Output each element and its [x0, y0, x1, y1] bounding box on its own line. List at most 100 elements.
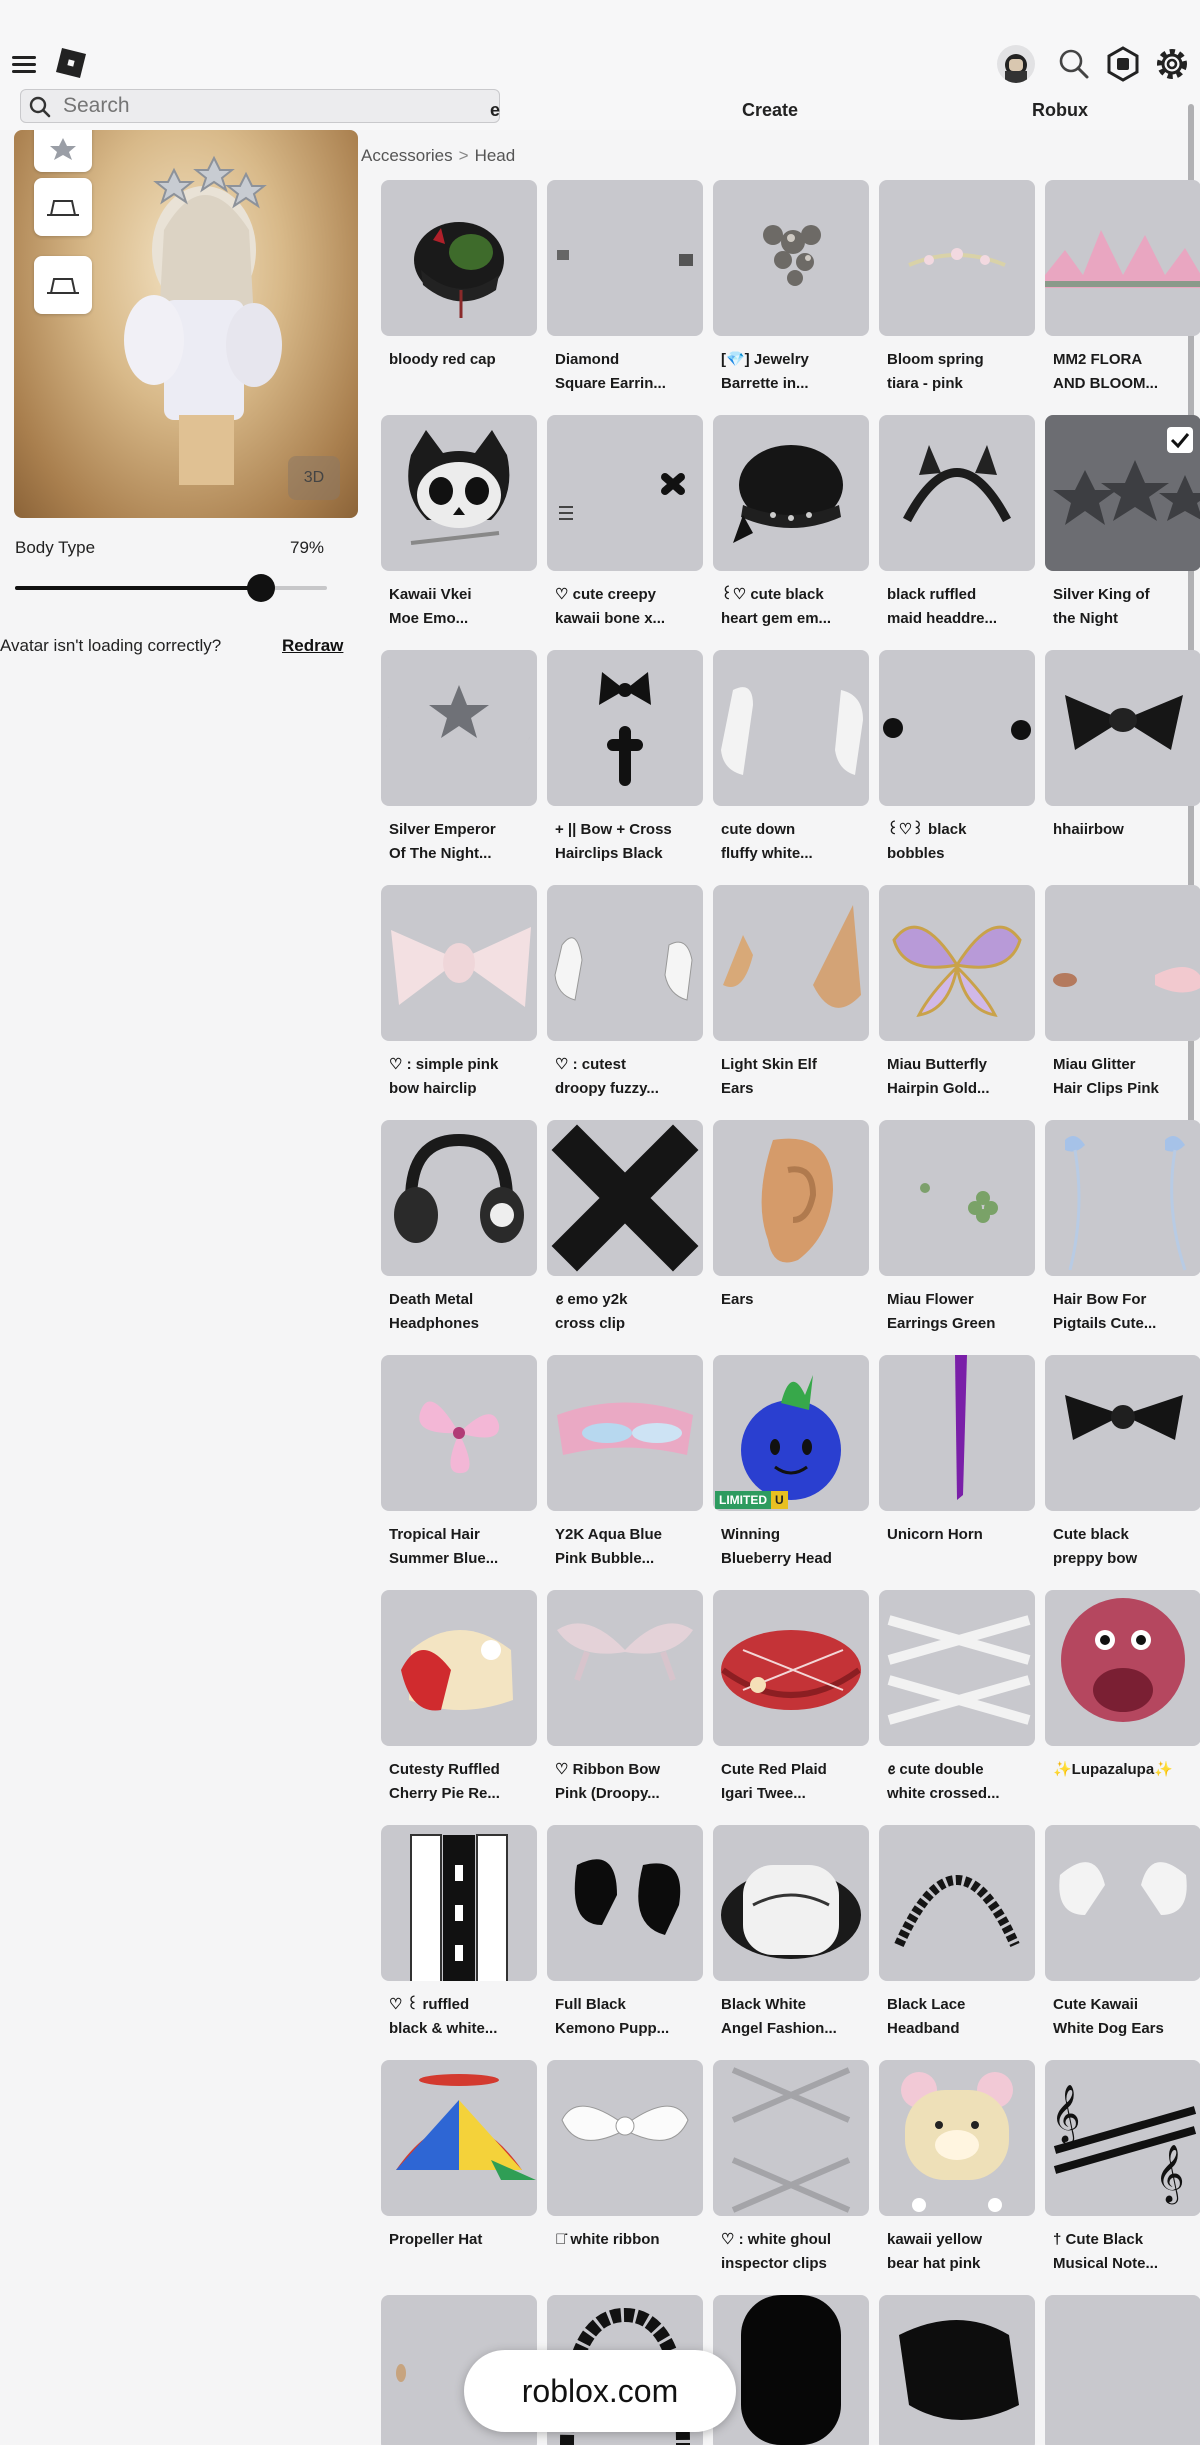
url-pill[interactable]: roblox.com	[464, 2350, 736, 2432]
item-card[interactable]: ✨Lupazalupa✨	[1045, 1590, 1200, 1820]
item-thumbnail[interactable]	[879, 180, 1035, 336]
item-name[interactable]: ♡ Ribbon Bow Pink (Droopy...	[555, 1758, 701, 1806]
body-type-slider[interactable]	[15, 574, 327, 602]
item-card[interactable]: ๑̇ white ribbon	[547, 2060, 703, 2290]
item-card[interactable]: MM2 FLORA AND BLOOM...	[1045, 180, 1200, 410]
item-name[interactable]: Full Black Kemono Pupp...	[555, 1993, 701, 2041]
item-name[interactable]: + || Bow + Cross Hairclips Black	[555, 818, 701, 866]
item-card[interactable]: LIMITED U Winning Blueberry Head	[713, 1355, 869, 1585]
item-name[interactable]: ꫀ cute double white crossed...	[887, 1758, 1033, 1806]
item-thumbnail[interactable]	[381, 650, 537, 806]
item-thumbnail[interactable]	[547, 180, 703, 336]
item-name[interactable]: black ruffled maid headdre...	[887, 583, 1033, 631]
item-thumbnail[interactable]	[547, 1120, 703, 1276]
item-thumbnail[interactable]	[713, 1590, 869, 1746]
item-thumbnail[interactable]	[547, 885, 703, 1041]
item-thumbnail[interactable]	[879, 885, 1035, 1041]
item-card[interactable]: Unicorn Horn	[879, 1355, 1035, 1585]
item-card[interactable]: + || Bow + Cross Hairclips Black	[547, 650, 703, 880]
item-thumbnail[interactable]: 𝄞 𝄞	[1045, 2060, 1200, 2216]
item-thumbnail[interactable]	[1045, 1825, 1200, 1981]
item-thumbnail[interactable]	[879, 1355, 1035, 1511]
item-thumbnail[interactable]	[381, 1590, 537, 1746]
item-name[interactable]: Kawaii Vkei Moe Emo...	[389, 583, 535, 631]
gear-icon[interactable]	[1153, 45, 1191, 83]
item-card[interactable]: Miau Butterfly Hairpin Gold...	[879, 885, 1035, 1115]
item-name[interactable]: Cute black preppy bow	[1053, 1523, 1199, 1571]
item-card[interactable]: cute down fluffy white...	[713, 650, 869, 880]
item-card[interactable]: Ears	[713, 1120, 869, 1350]
item-card[interactable]: Y2K Aqua Blue Pink Bubble...	[547, 1355, 703, 1585]
item-card[interactable]: ꫀ cute double white crossed...	[879, 1590, 1035, 1820]
item-thumbnail[interactable]	[713, 2060, 869, 2216]
nav-item-charts[interactable]: e	[490, 100, 500, 121]
item-name[interactable]: ♡ cute creepy kawaii bone x...	[555, 583, 701, 631]
item-name[interactable]: Hair Bow For Pigtails Cute...	[1053, 1288, 1199, 1336]
item-name[interactable]: ♡ : simple pink bow hairclip	[389, 1053, 535, 1101]
search-input[interactable]	[63, 93, 483, 119]
item-card[interactable]: Cute black preppy bow	[1045, 1355, 1200, 1585]
item-name[interactable]: Death Metal Headphones	[389, 1288, 535, 1336]
item-thumbnail[interactable]	[1045, 2295, 1200, 2445]
search-icon[interactable]	[1055, 45, 1093, 83]
item-card[interactable]: hhaiirbow	[1045, 650, 1200, 880]
item-name[interactable]: Miau Butterfly Hairpin Gold...	[887, 1053, 1033, 1101]
item-name[interactable]: ꒰♡ cute black heart gem em...	[721, 583, 867, 631]
item-thumbnail[interactable]	[381, 1825, 537, 1981]
item-thumbnail[interactable]	[381, 2060, 537, 2216]
item-card[interactable]: ♡ : cutest droopy fuzzy...	[547, 885, 703, 1115]
item-card[interactable]: Diamond Square Earrin...	[547, 180, 703, 410]
item-card[interactable]: 𝄞 𝄞 † Cute Black Musical Note...	[1045, 2060, 1200, 2290]
menu-icon[interactable]	[12, 52, 36, 76]
item-card[interactable]: Cute Red Plaid Igari Twee...	[713, 1590, 869, 1820]
item-card[interactable]: Light Skin Elf Ears	[713, 885, 869, 1115]
item-thumbnail[interactable]	[713, 180, 869, 336]
hat-icon[interactable]	[34, 178, 92, 236]
item-card[interactable]: Miau Flower Earrings Green	[879, 1120, 1035, 1350]
item-thumbnail[interactable]	[547, 1825, 703, 1981]
item-name[interactable]: MM2 FLORA AND BLOOM...	[1053, 348, 1199, 396]
item-thumbnail[interactable]	[713, 650, 869, 806]
item-name[interactable]: ♡ : cutest droopy fuzzy...	[555, 1053, 701, 1101]
item-name[interactable]: [💎] Jewelry Barrette in...	[721, 348, 867, 396]
item-name[interactable]: ꒰♡꒱ black bobbles	[887, 818, 1033, 866]
item-thumbnail[interactable]	[381, 415, 537, 571]
item-name[interactable]: kawaii yellow bear hat pink	[887, 2228, 1033, 2276]
item-name[interactable]: ♡ ꒰ ruffled black & white...	[389, 1993, 535, 2041]
item-thumbnail[interactable]	[381, 885, 537, 1041]
item-name[interactable]: Unicorn Horn	[887, 1523, 1033, 1547]
item-thumbnail[interactable]	[879, 1120, 1035, 1276]
item-card[interactable]: kawaii yellow bear hat pink	[879, 2060, 1035, 2290]
redraw-link[interactable]: Redraw	[282, 636, 343, 656]
item-name[interactable]: Y2K Aqua Blue Pink Bubble...	[555, 1523, 701, 1571]
item-card[interactable]: Black Lace Headband	[879, 1825, 1035, 2055]
item-thumbnail[interactable]	[1045, 1120, 1200, 1276]
item-thumbnail[interactable]	[713, 415, 869, 571]
item-thumbnail[interactable]	[547, 650, 703, 806]
item-card[interactable]: ♡ : simple pink bow hairclip	[381, 885, 537, 1115]
item-card[interactable]: Cutesty Ruffled Cherry Pie Re...	[381, 1590, 537, 1820]
item-thumbnail[interactable]	[547, 1355, 703, 1511]
item-card[interactable]	[713, 2295, 869, 2445]
item-card[interactable]: ♡ Ribbon Bow Pink (Droopy...	[547, 1590, 703, 1820]
check-icon[interactable]	[1167, 427, 1193, 453]
item-name[interactable]: Diamond Square Earrin...	[555, 348, 701, 396]
item-card[interactable]: ꒰♡ cute black heart gem em...	[713, 415, 869, 645]
item-card[interactable]: Miau Glitter Hair Clips Pink	[1045, 885, 1200, 1115]
robux-icon[interactable]	[1104, 45, 1142, 83]
item-thumbnail[interactable]	[879, 2060, 1035, 2216]
item-thumbnail[interactable]	[879, 1825, 1035, 1981]
item-card[interactable]: Tropical Hair Summer Blue...	[381, 1355, 537, 1585]
item-name[interactable]: † Cute Black Musical Note...	[1053, 2228, 1199, 2276]
item-thumbnail[interactable]: LIMITED U	[713, 1355, 869, 1511]
item-thumbnail[interactable]	[1045, 1355, 1200, 1511]
item-card[interactable]: ꒰♡꒱ black bobbles	[879, 650, 1035, 880]
item-name[interactable]: Cute Red Plaid Igari Twee...	[721, 1758, 867, 1806]
item-name[interactable]: Silver King of the Night	[1053, 583, 1199, 631]
item-card[interactable]: Bloom spring tiara - pink	[879, 180, 1035, 410]
nav-item-create[interactable]: Create	[742, 100, 798, 121]
item-name[interactable]: Winning Blueberry Head	[721, 1523, 867, 1571]
item-thumbnail[interactable]	[713, 1825, 869, 1981]
item-card[interactable]: [💎] Jewelry Barrette in...	[713, 180, 869, 410]
item-thumbnail[interactable]	[1045, 1590, 1200, 1746]
